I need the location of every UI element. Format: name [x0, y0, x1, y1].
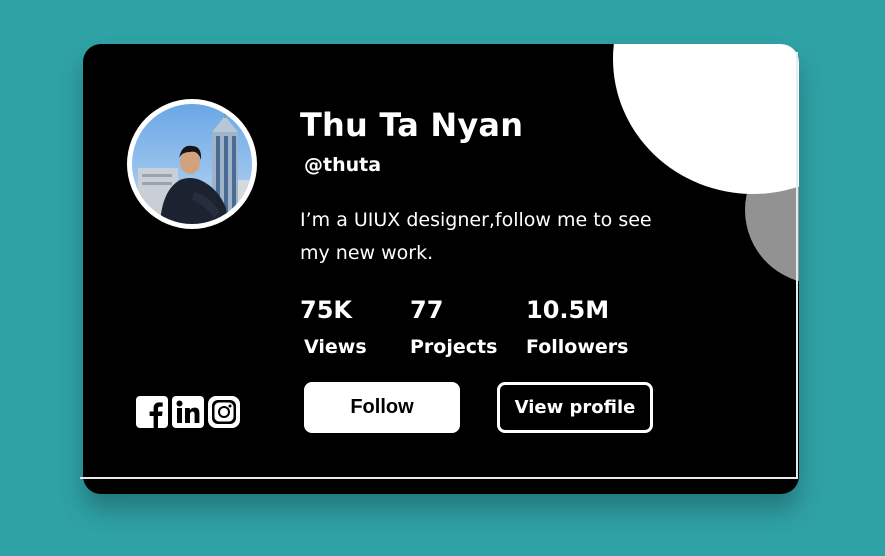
- profile-name: Thu Ta Nyan: [300, 106, 524, 144]
- profile-handle[interactable]: @thuta: [304, 154, 381, 176]
- stat-label: Projects: [410, 336, 498, 358]
- follow-button[interactable]: Follow: [304, 382, 460, 433]
- stat-label: Followers: [526, 336, 629, 358]
- stat-value: 77: [410, 296, 444, 324]
- card-border-bottom: [80, 477, 798, 479]
- stat-value: 75K: [300, 296, 352, 324]
- instagram-icon[interactable]: [208, 396, 240, 428]
- avatar[interactable]: [127, 99, 257, 229]
- stat-views: 75K Views: [300, 296, 367, 358]
- stat-projects: 77 Projects: [410, 296, 497, 358]
- profile-photo: [132, 104, 252, 224]
- stat-value: 10.5M: [526, 296, 610, 324]
- view-profile-button[interactable]: View profile: [497, 382, 653, 433]
- profile-card: Thu Ta Nyan @thuta I’m a UIUX designer,f…: [83, 44, 799, 494]
- linkedin-icon[interactable]: [172, 396, 204, 428]
- profile-bio: I’m a UIUX designer,follow me to see my …: [300, 209, 652, 264]
- card-border-right: [796, 52, 798, 478]
- stat-followers: 10.5M Followers: [526, 296, 628, 358]
- decorative-circle-white: [613, 44, 799, 194]
- facebook-icon[interactable]: [136, 396, 168, 428]
- stat-label: Views: [304, 336, 367, 358]
